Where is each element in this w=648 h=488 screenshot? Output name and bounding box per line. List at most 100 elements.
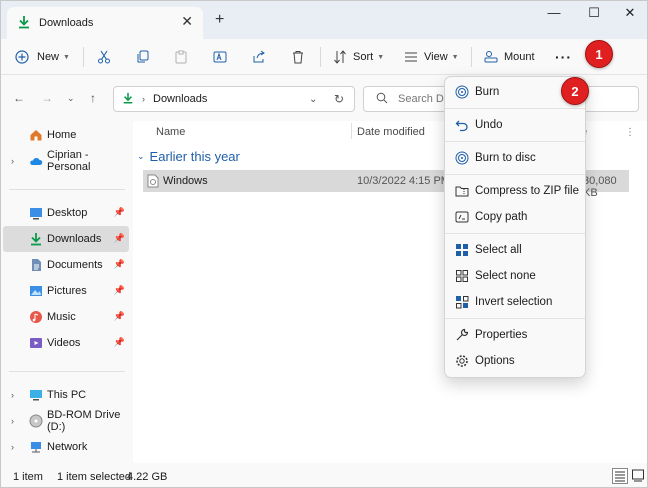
- sidebar-item-documents[interactable]: Documents 📌: [3, 252, 129, 278]
- paste-icon: [174, 50, 188, 64]
- column-header-name[interactable]: Name: [156, 126, 185, 138]
- documents-icon: [29, 258, 43, 272]
- divider: [9, 189, 125, 190]
- new-button[interactable]: New ▼: [15, 45, 70, 69]
- menu-item-copy-path[interactable]: Copy path: [449, 205, 581, 229]
- menu-item-undo[interactable]: Undo: [449, 113, 581, 137]
- sidebar-item-home[interactable]: Home: [3, 122, 129, 148]
- paste-button[interactable]: [174, 45, 188, 69]
- minimize-button[interactable]: —: [534, 5, 574, 25]
- sidebar-item-desktop[interactable]: Desktop 📌: [3, 200, 129, 226]
- menu-item-properties[interactable]: Properties: [449, 323, 581, 347]
- expand-chevron-icon[interactable]: ›: [11, 442, 14, 452]
- tab-downloads[interactable]: Downloads ✕: [7, 7, 203, 39]
- expand-chevron-icon[interactable]: ›: [11, 156, 14, 166]
- maximize-button[interactable]: ☐: [574, 5, 614, 25]
- new-tab-button[interactable]: +: [215, 11, 224, 29]
- properties-icon: [455, 328, 469, 342]
- divider: [83, 47, 84, 67]
- column-divider: [351, 123, 352, 139]
- back-arrow-icon[interactable]: ←: [13, 91, 25, 105]
- tab-title: Downloads: [39, 17, 94, 29]
- expand-chevron-icon[interactable]: ›: [11, 390, 14, 400]
- sidebar-item-this-pc[interactable]: › This PC: [3, 382, 129, 408]
- invert-selection-icon: [455, 295, 469, 309]
- tiles-view-toggle[interactable]: [631, 468, 645, 484]
- sidebar-item-bd-rom-drive[interactable]: › BD-ROM Drive (D:): [3, 408, 129, 434]
- details-view-icon: [615, 471, 625, 482]
- recent-locations-chevron-icon[interactable]: ⌄: [67, 93, 75, 104]
- home-icon: [29, 128, 43, 142]
- network-icon: [29, 440, 43, 454]
- refresh-icon[interactable]: ↻: [334, 92, 344, 106]
- pin-icon[interactable]: 📌: [114, 207, 125, 218]
- address-dropdown-icon[interactable]: ⌄: [309, 94, 317, 105]
- menu-item-compress-to-zip[interactable]: Compress to ZIP file: [449, 179, 581, 203]
- trash-icon: [291, 50, 305, 64]
- selection-count: 1 item selected: [57, 471, 131, 483]
- delete-button[interactable]: [291, 45, 305, 69]
- pin-icon[interactable]: 📌: [114, 285, 125, 296]
- share-icon: [252, 50, 266, 64]
- mount-icon: [484, 50, 498, 64]
- view-button[interactable]: View ▼: [404, 45, 459, 69]
- download-icon: [29, 232, 43, 246]
- menu-item-options[interactable]: Options: [449, 349, 581, 373]
- pin-icon[interactable]: 📌: [114, 233, 125, 244]
- chevron-down-icon: ▼: [451, 53, 459, 61]
- column-header-date-modified[interactable]: Date modified: [357, 126, 425, 138]
- menu-divider: [445, 174, 585, 175]
- mount-button[interactable]: Mount: [484, 45, 535, 69]
- sidebar-item-downloads[interactable]: Downloads 📌: [3, 226, 129, 252]
- menu-divider: [445, 233, 585, 234]
- group-header[interactable]: ⌄ Earlier this year: [137, 149, 240, 164]
- share-button[interactable]: [252, 45, 266, 69]
- sort-button[interactable]: Sort ▼: [333, 45, 384, 69]
- rename-button[interactable]: [213, 45, 227, 69]
- copy-button[interactable]: [136, 45, 150, 69]
- download-icon: [122, 92, 134, 107]
- sidebar-item-music[interactable]: Music 📌: [3, 304, 129, 330]
- expand-chevron-icon[interactable]: ›: [11, 416, 14, 426]
- zip-icon: [455, 184, 469, 198]
- more-icon: ···: [555, 49, 572, 65]
- copy-icon: [136, 50, 150, 64]
- status-bar: 1 item 1 item selected 4.22 GB: [1, 463, 647, 487]
- sidebar-item-pictures[interactable]: Pictures 📌: [3, 278, 129, 304]
- menu-item-select-all[interactable]: Select all: [449, 238, 581, 262]
- close-button[interactable]: ✕: [610, 5, 648, 25]
- sort-icon: [333, 50, 347, 64]
- copy-path-icon: [455, 210, 469, 224]
- cut-button[interactable]: [97, 45, 111, 69]
- forward-arrow-icon[interactable]: →: [41, 91, 53, 105]
- sidebar-item-videos[interactable]: Videos 📌: [3, 330, 129, 356]
- new-label: New: [37, 51, 60, 63]
- see-more-button[interactable]: ···: [555, 45, 572, 69]
- menu-item-select-none[interactable]: Select none: [449, 264, 581, 288]
- download-icon: [17, 15, 31, 32]
- view-label: View: [424, 51, 448, 63]
- mount-label: Mount: [504, 51, 535, 63]
- pictures-icon: [29, 284, 43, 298]
- sidebar-item-network[interactable]: › Network: [3, 434, 129, 460]
- menu-item-burn-to-disc[interactable]: Burn to disc: [449, 146, 581, 170]
- step-badge-1: 1: [585, 40, 613, 68]
- pin-icon[interactable]: 📌: [114, 337, 125, 348]
- menu-item-invert-selection[interactable]: Invert selection: [449, 290, 581, 314]
- up-arrow-icon[interactable]: ↑: [90, 91, 96, 105]
- file-name: Windows: [163, 175, 208, 187]
- selection-size: 4.22 GB: [127, 471, 168, 483]
- address-bar[interactable]: › Downloads ⌄ ↻: [113, 86, 355, 112]
- tab-close-icon[interactable]: ✕: [181, 13, 193, 30]
- breadcrumb-downloads[interactable]: Downloads: [153, 93, 207, 105]
- column-options-icon[interactable]: ⋮: [625, 127, 635, 138]
- sidebar-item-onedrive[interactable]: › Ciprian - Personal: [3, 148, 129, 174]
- details-view-toggle[interactable]: [612, 468, 628, 484]
- music-icon: [29, 310, 43, 324]
- pin-icon[interactable]: 📌: [114, 311, 125, 322]
- step-badge-2: 2: [561, 77, 589, 105]
- pin-icon[interactable]: 📌: [114, 259, 125, 270]
- select-none-icon: [455, 269, 469, 283]
- collapse-chevron-icon: ⌄: [137, 151, 145, 161]
- undo-icon: [455, 118, 469, 132]
